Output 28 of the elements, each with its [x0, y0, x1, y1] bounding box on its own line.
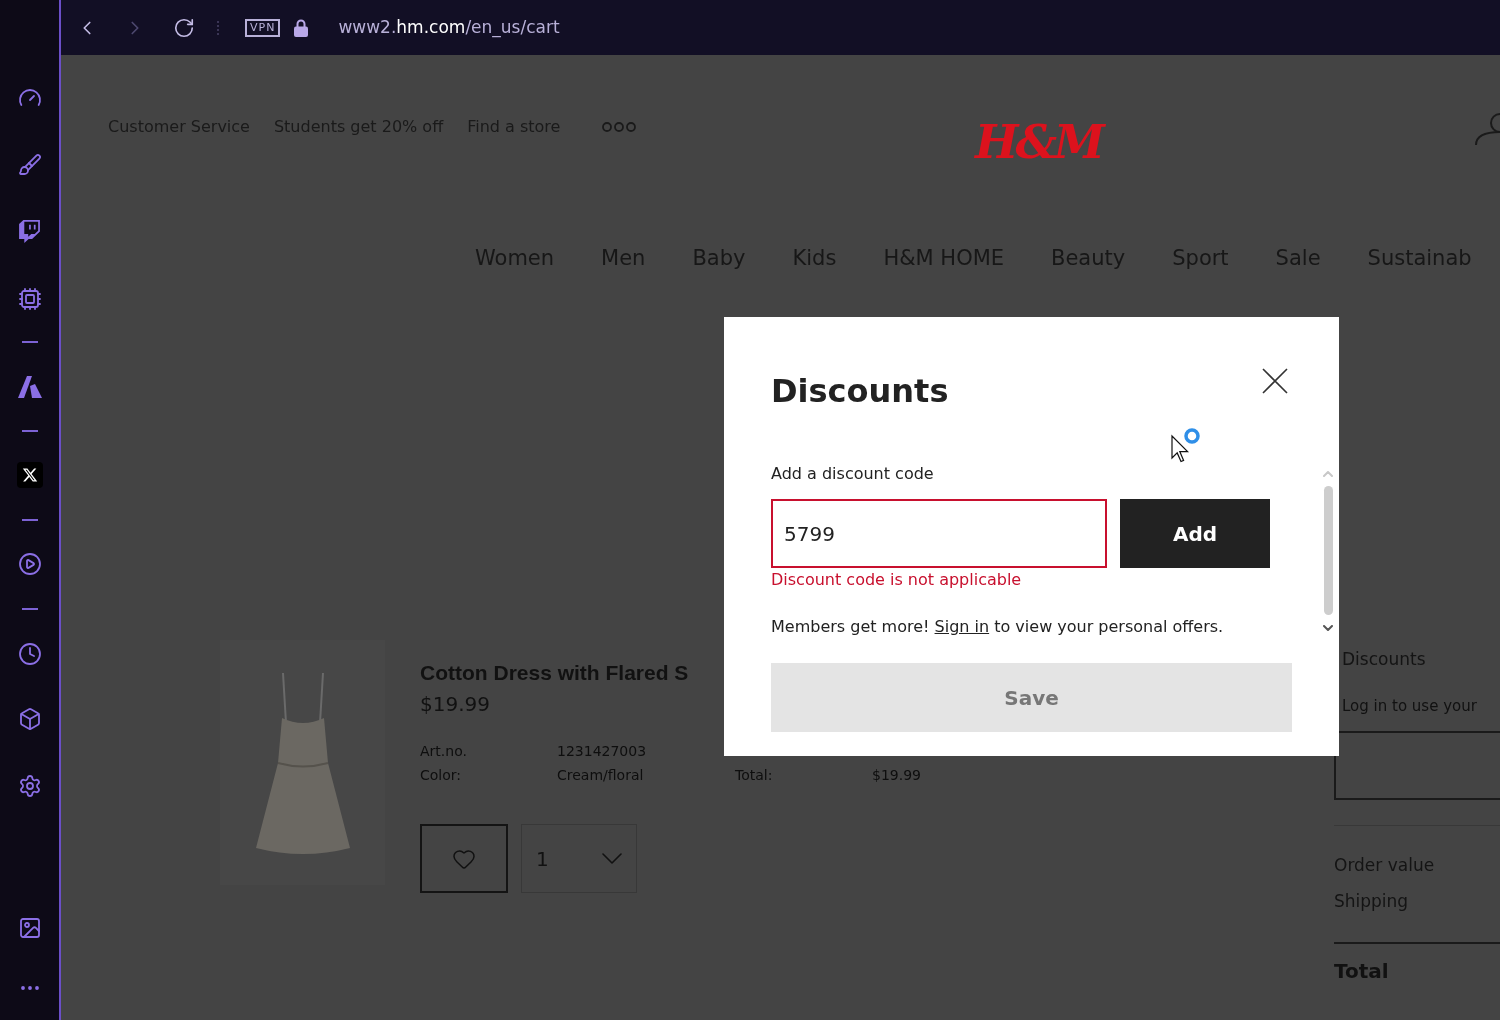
close-button[interactable]	[1262, 368, 1288, 394]
vpn-badge[interactable]: VPN	[245, 18, 281, 37]
busy-cursor-icon	[1170, 427, 1202, 463]
brand-logo[interactable]: H&M	[975, 112, 1102, 172]
discount-code-field[interactable]: 5799	[771, 499, 1107, 568]
clock-icon[interactable]	[17, 641, 42, 666]
cube-icon[interactable]	[17, 706, 42, 731]
reload-icon[interactable]	[173, 16, 195, 39]
settings-icon[interactable]	[17, 773, 42, 798]
image-icon[interactable]	[17, 916, 42, 940]
dialog-title: Discounts	[771, 371, 949, 411]
field-label: Add a discount code	[771, 464, 935, 484]
brush-icon[interactable]	[17, 152, 42, 177]
scroll-down-icon[interactable]	[1323, 625, 1333, 631]
address-bar-url[interactable]: www2.hm.com/en_us/cart	[338, 14, 560, 41]
add-button[interactable]: Add	[1120, 499, 1270, 568]
error-message: Discount code is not applicable	[771, 570, 1023, 590]
close-icon	[1262, 368, 1288, 394]
lock-icon[interactable]	[294, 18, 309, 37]
members-note: Members get more! Sign in to view your personal offers.	[771, 617, 1225, 637]
chevron-down-icon	[602, 853, 622, 864]
sign-in-link[interactable]: Sign in	[934, 617, 990, 636]
triangle-logo-icon[interactable]	[17, 375, 42, 398]
play-icon[interactable]	[17, 551, 42, 576]
x-letter-icon[interactable]	[16, 461, 43, 488]
scrollbar-thumb[interactable]	[1323, 486, 1333, 615]
chip-icon[interactable]	[17, 286, 42, 311]
chat-bubble-icon[interactable]	[18, 220, 41, 243]
